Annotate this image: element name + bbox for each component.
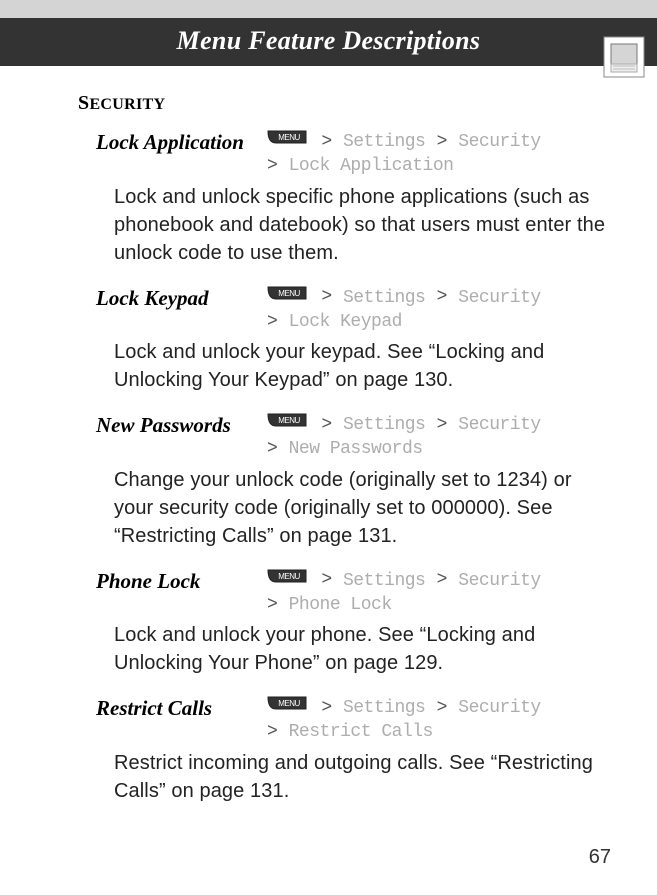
menu-key-label: MENU — [278, 133, 300, 142]
nav-sub: Restrict Calls — [289, 722, 433, 742]
feature-title: New Passwords — [96, 412, 266, 438]
feature-item: New Passwords MENU > Settings > Security… — [78, 412, 611, 550]
svg-text:MENU: MENU — [278, 289, 300, 298]
nav-sub: Lock Keypad — [289, 312, 402, 332]
feature-description: Lock and unlock specific phone applicati… — [78, 183, 611, 267]
header-thumb-icon — [603, 36, 645, 78]
nav-path: MENU > Settings > Security > Phone Lock — [266, 568, 611, 618]
nav-security: Security — [458, 698, 540, 718]
nav-sep: > — [321, 287, 331, 307]
nav-security: Security — [458, 570, 540, 590]
feature-description: Restrict incoming and outgoing calls. Se… — [78, 749, 611, 805]
section-title-security: SECURITY — [78, 92, 611, 115]
nav-sep: > — [321, 570, 331, 590]
svg-text:MENU: MENU — [278, 572, 300, 581]
nav-security: Security — [458, 132, 540, 152]
nav-sep: > — [267, 439, 277, 459]
nav-sub: New Passwords — [289, 439, 423, 459]
nav-sep: > — [267, 722, 277, 742]
nav-settings: Settings — [343, 415, 425, 435]
menu-key-icon: MENU — [266, 695, 308, 719]
nav-settings: Settings — [343, 698, 425, 718]
menu-key-icon: MENU — [266, 568, 308, 592]
nav-sub: Phone Lock — [289, 595, 392, 615]
top-strip — [0, 0, 657, 18]
feature-title: Restrict Calls — [96, 695, 266, 721]
feature-item: Restrict Calls MENU > Settings > Securit… — [78, 695, 611, 805]
nav-sep: > — [437, 287, 447, 307]
menu-key-icon: MENU — [266, 412, 308, 436]
nav-sep: > — [267, 312, 277, 332]
feature-description: Lock and unlock your phone. See “Locking… — [78, 621, 611, 677]
nav-settings: Settings — [343, 287, 425, 307]
nav-settings: Settings — [343, 570, 425, 590]
nav-security: Security — [458, 415, 540, 435]
nav-sep: > — [437, 415, 447, 435]
svg-text:MENU: MENU — [278, 416, 300, 425]
nav-settings: Settings — [343, 132, 425, 152]
menu-key-icon: MENU — [266, 129, 308, 153]
content-area: SECURITY Lock Application MENU > Setting… — [0, 66, 657, 805]
feature-description: Change your unlock code (originally set … — [78, 466, 611, 550]
nav-sep: > — [267, 156, 277, 176]
feature-description: Lock and unlock your keypad. See “Lockin… — [78, 338, 611, 394]
nav-sep: > — [321, 415, 331, 435]
feature-title: Lock Application — [96, 129, 266, 155]
section-title-initial: S — [78, 92, 89, 114]
feature-item: Lock Keypad MENU > Settings > Security >… — [78, 285, 611, 395]
nav-security: Security — [458, 287, 540, 307]
nav-path: MENU > Settings > Security > New Passwor… — [266, 412, 611, 462]
nav-sep: > — [321, 698, 331, 718]
nav-path: MENU > Settings > Security > Lock Keypad — [266, 285, 611, 335]
feature-title: Phone Lock — [96, 568, 266, 594]
nav-sep: > — [321, 132, 331, 152]
feature-item: Lock Application MENU > Settings > Secur… — [78, 129, 611, 267]
nav-path: MENU > Settings > Security > Lock Applic… — [266, 129, 611, 179]
svg-text:MENU: MENU — [278, 699, 300, 708]
feature-title: Lock Keypad — [96, 285, 266, 311]
nav-sep: > — [267, 595, 277, 615]
page-title: Menu Feature Descriptions — [177, 26, 481, 55]
feature-item: Phone Lock MENU > Settings > Security > … — [78, 568, 611, 678]
section-title-rest: ECURITY — [89, 96, 165, 113]
nav-path: MENU > Settings > Security > Restrict Ca… — [266, 695, 611, 745]
nav-sep: > — [437, 132, 447, 152]
page-header: Menu Feature Descriptions — [0, 18, 657, 66]
nav-sep: > — [437, 570, 447, 590]
nav-sub: Lock Application — [289, 156, 454, 176]
menu-key-icon: MENU — [266, 285, 308, 309]
nav-sep: > — [437, 698, 447, 718]
page-number: 67 — [589, 846, 611, 869]
